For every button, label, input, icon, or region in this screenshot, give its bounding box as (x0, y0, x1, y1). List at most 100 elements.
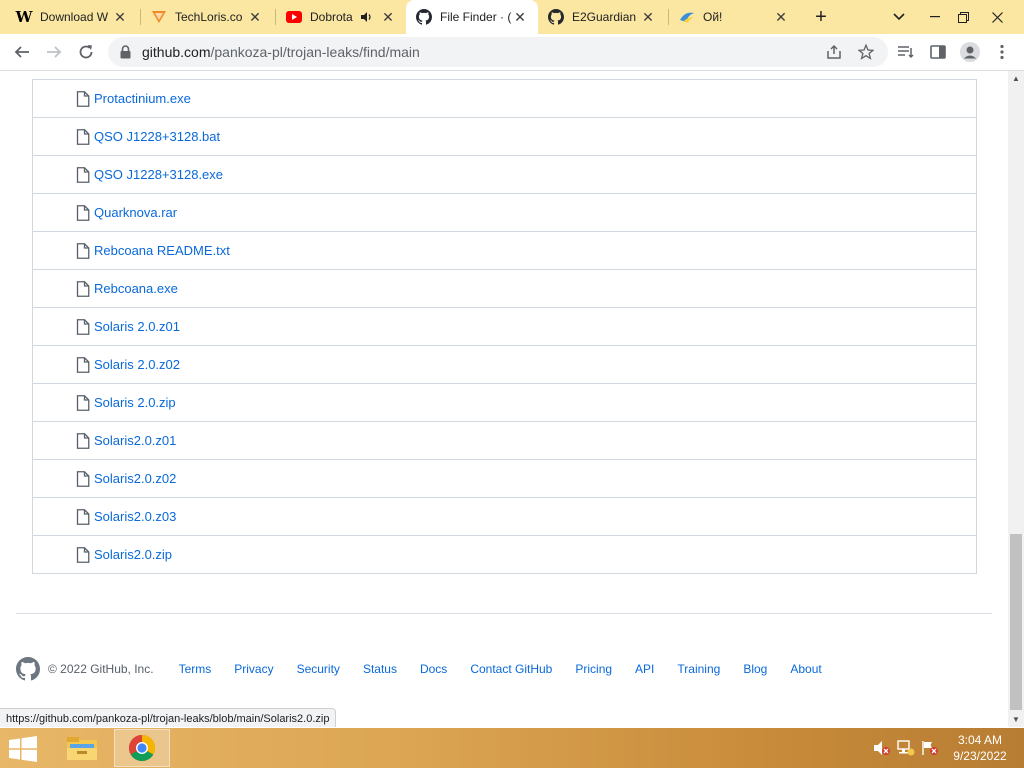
file-row[interactable]: Solaris2.0.z02 (33, 459, 976, 497)
footer-link-about[interactable]: About (790, 662, 821, 676)
file-row[interactable]: Solaris 2.0.z02 (33, 345, 976, 383)
file-icon (76, 204, 90, 221)
file-link[interactable]: Solaris2.0.zip (94, 547, 172, 562)
footer-link-docs[interactable]: Docs (420, 662, 447, 676)
file-link[interactable]: Solaris 2.0.z01 (94, 319, 180, 334)
back-button[interactable] (8, 38, 36, 66)
lock-icon[interactable] (120, 45, 131, 64)
file-row[interactable]: Solaris2.0.z03 (33, 497, 976, 535)
file-link[interactable]: QSO J1228+3128.exe (94, 167, 223, 182)
file-icon (76, 318, 90, 335)
footer-link-blog[interactable]: Blog (743, 662, 767, 676)
file-link[interactable]: Rebcoana README.txt (94, 243, 230, 258)
file-row[interactable]: Solaris 2.0.z01 (33, 307, 976, 345)
tab-file-finder[interactable]: File Finder · ( ✕ (406, 0, 538, 34)
footer-link-security[interactable]: Security (297, 662, 340, 676)
link-status-bubble: https://github.com/pankoza-pl/trojan-lea… (0, 708, 337, 727)
footer-link-training[interactable]: Training (677, 662, 720, 676)
file-icon (76, 166, 90, 183)
file-row[interactable]: Solaris2.0.zip (33, 535, 976, 573)
close-icon[interactable]: ✕ (512, 9, 528, 25)
file-row[interactable]: QSO J1228+3128.exe (33, 155, 976, 193)
window-close-icon[interactable] (980, 0, 1014, 34)
page-content: Protactinium.exe QSO J1228+3128.bat QSO J1… (0, 71, 1008, 727)
close-icon[interactable]: ✕ (247, 9, 263, 25)
footer-link-privacy[interactable]: Privacy (234, 662, 273, 676)
file-link[interactable]: Solaris 2.0.z02 (94, 357, 180, 372)
site-footer: © 2022 GitHub, Inc. Terms Privacy Securi… (16, 655, 992, 683)
file-row[interactable]: Protactinium.exe (33, 79, 976, 117)
tab-strip: W Download W ✕ TechLoris.co ✕ Dobrota ✕ … (0, 0, 1024, 34)
close-icon[interactable]: ✕ (640, 9, 656, 25)
tab-title: File Finder · ( (440, 10, 512, 24)
footer-divider (16, 613, 992, 614)
footer-link-terms[interactable]: Terms (179, 662, 212, 676)
scroll-down-icon[interactable]: ▼ (1012, 715, 1020, 724)
github-icon (548, 9, 564, 25)
tab-download-w[interactable]: W Download W ✕ (6, 0, 138, 34)
github-logo-icon[interactable] (16, 657, 40, 681)
file-row[interactable]: Rebcoana.exe (33, 269, 976, 307)
tab-e2guardian[interactable]: E2Guardian ✕ (538, 0, 666, 34)
windows-logo-icon (9, 736, 37, 762)
url-text[interactable]: github.com/pankoza-pl/trojan-leaks/find/… (142, 44, 420, 60)
chrome-taskbar-button[interactable] (114, 729, 170, 767)
page-scrollbar[interactable]: ▲ ▼ (1008, 71, 1024, 727)
file-row[interactable]: Quarknova.rar (33, 193, 976, 231)
bookmark-star-icon[interactable] (858, 44, 874, 60)
action-center-flag-icon[interactable] (920, 738, 940, 758)
file-link[interactable]: Rebcoana.exe (94, 281, 178, 296)
file-row[interactable]: QSO J1228+3128.bat (33, 117, 976, 155)
file-link[interactable]: Protactinium.exe (94, 91, 191, 106)
clock-time: 3:04 AM (957, 733, 1003, 747)
file-link[interactable]: Quarknova.rar (94, 205, 177, 220)
file-link[interactable]: Solaris2.0.z03 (94, 509, 176, 524)
side-panel-icon[interactable] (928, 42, 948, 62)
file-icon (76, 356, 90, 373)
wikipedia-w-icon: W (15, 8, 33, 26)
close-icon[interactable]: ✕ (380, 9, 396, 25)
file-row[interactable]: Solaris 2.0.zip (33, 383, 976, 421)
chrome-icon (128, 734, 156, 762)
system-clock[interactable]: 3:04 AM 9/23/2022 (948, 732, 1012, 764)
tab-title: E2Guardian (572, 10, 637, 24)
tab-title: TechLoris.co (175, 10, 243, 24)
restore-icon[interactable] (946, 0, 980, 34)
reload-button[interactable] (72, 38, 100, 66)
tab-techloris[interactable]: TechLoris.co ✕ (141, 0, 273, 34)
close-icon[interactable]: ✕ (112, 9, 128, 25)
url-path: /pankoza-pl/trojan-leaks/find/main (210, 44, 420, 60)
share-icon[interactable] (826, 44, 842, 60)
tab-oi[interactable]: Ой! ✕ (669, 0, 799, 34)
footer-link-status[interactable]: Status (363, 662, 397, 676)
file-row[interactable]: Rebcoana README.txt (33, 231, 976, 269)
footer-link-pricing[interactable]: Pricing (575, 662, 612, 676)
file-explorer-icon (67, 737, 97, 760)
file-link[interactable]: Solaris 2.0.zip (94, 395, 176, 410)
start-button[interactable] (8, 736, 38, 762)
profile-avatar-icon[interactable] (960, 42, 980, 62)
file-link[interactable]: Solaris2.0.z02 (94, 471, 176, 486)
speaker-icon[interactable] (360, 11, 372, 23)
file-explorer-button[interactable] (54, 729, 110, 767)
file-icon (76, 90, 90, 107)
menu-kebab-icon[interactable] (992, 42, 1012, 62)
network-icon[interactable] (896, 738, 916, 758)
scrollbar-thumb[interactable] (1010, 534, 1022, 710)
reading-list-icon[interactable] (896, 42, 916, 62)
new-tab-button[interactable]: + (808, 4, 834, 30)
forward-arrow-icon (47, 46, 62, 58)
footer-link-contact[interactable]: Contact GitHub (470, 662, 552, 676)
address-bar[interactable]: github.com/pankoza-pl/trojan-leaks/find/… (108, 37, 888, 67)
scroll-up-icon[interactable]: ▲ (1012, 74, 1020, 83)
close-icon[interactable]: ✕ (773, 9, 789, 25)
footer-link-api[interactable]: API (635, 662, 654, 676)
file-row[interactable]: Solaris2.0.z01 (33, 421, 976, 459)
tab-dobrota[interactable]: Dobrota ✕ (276, 0, 404, 34)
file-link[interactable]: QSO J1228+3128.bat (94, 129, 220, 144)
tab-title: Dobrota (310, 10, 353, 24)
volume-muted-icon[interactable] (872, 738, 892, 758)
file-link[interactable]: Solaris2.0.z01 (94, 433, 176, 448)
forward-button[interactable] (40, 38, 68, 66)
tab-search-chevron-icon[interactable] (882, 0, 916, 34)
